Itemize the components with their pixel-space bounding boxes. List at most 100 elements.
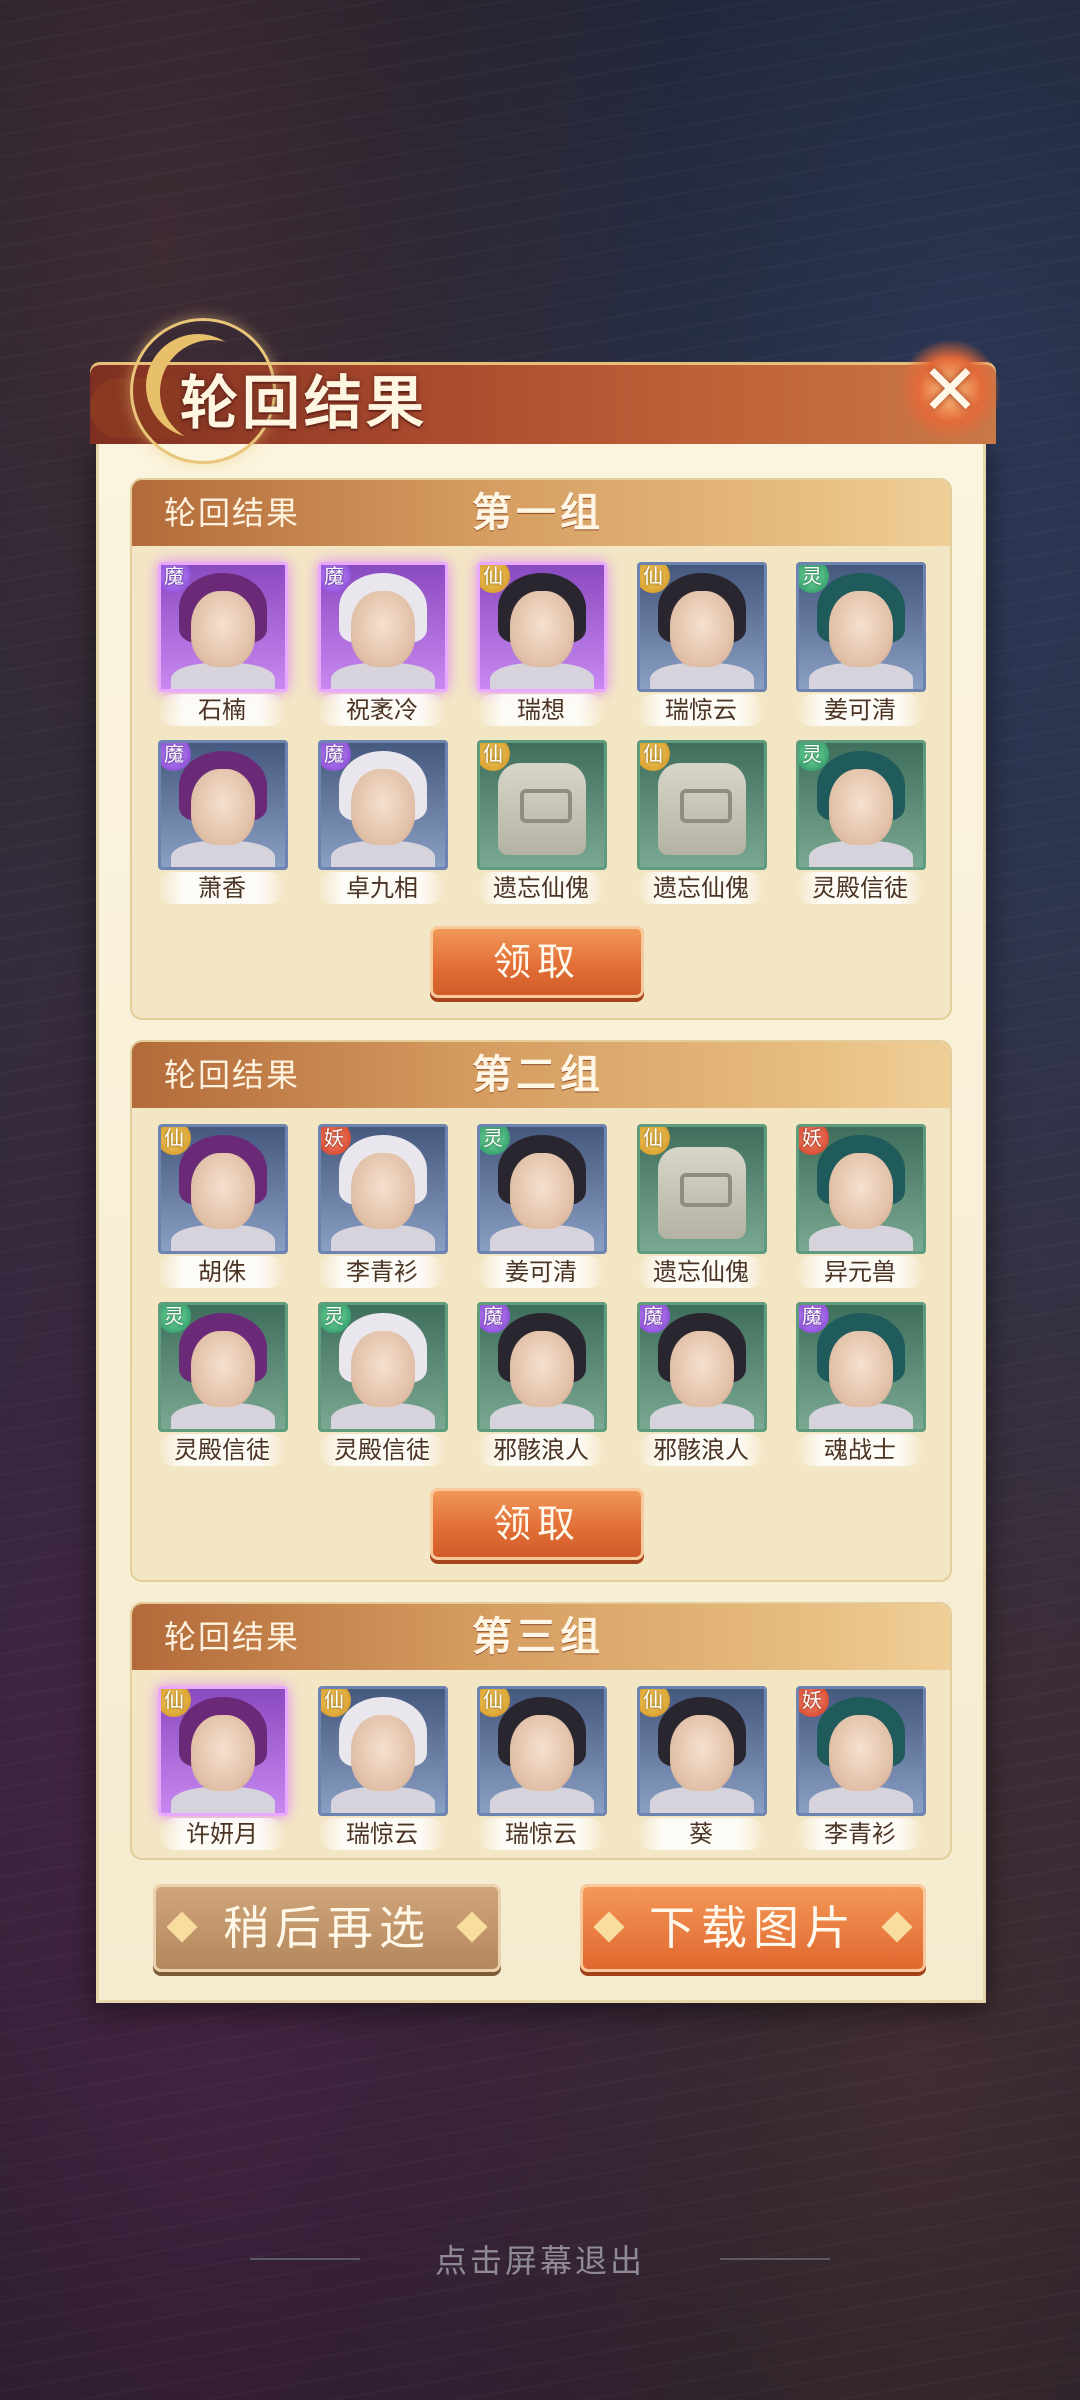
character-name: 瑞惊云 — [477, 1818, 605, 1850]
character-name: 萧香 — [158, 872, 286, 904]
claim-button[interactable]: 领取 — [430, 1488, 644, 1560]
group-3: 轮回结果 第三组 仙许妍月仙瑞惊云仙瑞惊云仙葵妖李青衫 — [130, 1602, 952, 1860]
faction-badge-icon: 仙 — [480, 743, 510, 771]
group-1: 轮回结果 第一组 魔石楠魔祝袤冷仙瑞想仙瑞惊云灵姜可清魔萧香魔卓九相仙遗忘仙傀仙… — [130, 478, 952, 1020]
golem-figure — [658, 763, 746, 855]
character-card[interactable]: 仙瑞想 — [477, 562, 607, 732]
faction-badge-icon: 仙 — [640, 743, 670, 771]
character-body — [331, 1403, 435, 1429]
character-card[interactable]: 仙遗忘仙傀 — [477, 740, 607, 910]
character-face — [191, 1153, 255, 1229]
character-card[interactable]: 灵灵殿信徒 — [318, 1302, 448, 1472]
character-card[interactable]: 仙瑞惊云 — [477, 1686, 607, 1856]
character-body — [331, 663, 435, 689]
character-portrait: 仙 — [637, 1686, 767, 1816]
character-name: 魂战士 — [796, 1434, 924, 1466]
diamond-ornament-icon — [881, 1911, 913, 1943]
close-icon: ✕ — [920, 349, 980, 431]
character-card[interactable]: 妖异元兽 — [796, 1124, 926, 1294]
character-card[interactable]: 灵灵殿信徒 — [158, 1302, 288, 1472]
character-name: 邪骸浪人 — [637, 1434, 765, 1466]
character-face — [670, 1715, 734, 1791]
character-card[interactable]: 仙瑞惊云 — [318, 1686, 448, 1856]
character-card[interactable]: 魔邪骸浪人 — [637, 1302, 767, 1472]
character-face — [670, 1331, 734, 1407]
character-card[interactable]: 妖李青衫 — [796, 1686, 926, 1856]
character-body — [331, 1787, 435, 1813]
diamond-ornament-icon — [166, 1911, 198, 1943]
character-name: 灵殿信徒 — [796, 872, 924, 904]
tap-to-exit-hint[interactable]: 点击屏幕退出 — [0, 2236, 1080, 2282]
character-face — [351, 1715, 415, 1791]
character-face — [510, 1331, 574, 1407]
character-face — [351, 1153, 415, 1229]
character-portrait: 仙 — [318, 1686, 448, 1816]
character-card[interactable]: 魔邪骸浪人 — [477, 1302, 607, 1472]
choose-later-button[interactable]: 稍后再选 — [153, 1884, 501, 1972]
character-card[interactable]: 仙葵 — [637, 1686, 767, 1856]
character-card[interactable]: 魔卓九相 — [318, 740, 448, 910]
character-card[interactable]: 魔魂战士 — [796, 1302, 926, 1472]
character-body — [809, 1787, 913, 1813]
character-name: 李青衫 — [318, 1256, 446, 1288]
character-face — [829, 1331, 893, 1407]
character-face — [191, 1715, 255, 1791]
character-name: 李青衫 — [796, 1818, 924, 1850]
character-name: 灵殿信徒 — [318, 1434, 446, 1466]
group-title: 第一组 — [472, 489, 604, 536]
claim-button[interactable]: 领取 — [430, 926, 644, 998]
character-portrait: 妖 — [796, 1124, 926, 1254]
character-card[interactable]: 魔石楠 — [158, 562, 288, 732]
character-card[interactable]: 灵灵殿信徒 — [796, 740, 926, 910]
character-portrait: 魔 — [477, 1302, 607, 1432]
character-portrait: 魔 — [318, 740, 448, 870]
character-card[interactable]: 妖李青衫 — [318, 1124, 448, 1294]
character-card[interactable]: 灵姜可清 — [477, 1124, 607, 1294]
character-portrait: 仙 — [477, 562, 607, 692]
character-body — [490, 1403, 594, 1429]
character-portrait: 魔 — [158, 740, 288, 870]
character-portrait: 魔 — [796, 1302, 926, 1432]
character-card[interactable]: 魔祝袤冷 — [318, 562, 448, 732]
character-body — [171, 1225, 275, 1251]
character-portrait: 灵 — [477, 1124, 607, 1254]
group-title: 第三组 — [472, 1613, 604, 1660]
close-button[interactable]: ✕ — [900, 340, 1000, 440]
character-body — [650, 663, 754, 689]
character-portrait: 魔 — [158, 562, 288, 692]
character-body — [171, 1403, 275, 1429]
download-image-button[interactable]: 下载图片 — [580, 1884, 926, 1972]
character-face — [510, 591, 574, 667]
character-card[interactable]: 灵姜可清 — [796, 562, 926, 732]
character-face — [191, 1331, 255, 1407]
group-header: 轮回结果 第三组 — [132, 1604, 950, 1670]
character-face — [351, 591, 415, 667]
character-portrait: 仙 — [637, 740, 767, 870]
character-card[interactable]: 仙遗忘仙傀 — [637, 1124, 767, 1294]
character-card[interactable]: 魔萧香 — [158, 740, 288, 910]
character-name: 遗忘仙傀 — [637, 872, 765, 904]
character-card[interactable]: 仙胡侏 — [158, 1124, 288, 1294]
character-portrait: 灵 — [158, 1302, 288, 1432]
character-card[interactable]: 仙遗忘仙傀 — [637, 740, 767, 910]
character-face — [829, 1715, 893, 1791]
character-face — [510, 1153, 574, 1229]
character-face — [670, 591, 734, 667]
character-portrait: 魔 — [318, 562, 448, 692]
character-name: 遗忘仙傀 — [637, 1256, 765, 1288]
character-body — [650, 1787, 754, 1813]
character-face — [510, 1715, 574, 1791]
page-title: 轮回结果 — [180, 369, 429, 437]
character-card[interactable]: 仙瑞惊云 — [637, 562, 767, 732]
faction-badge-icon: 仙 — [640, 1127, 670, 1155]
character-portrait: 灵 — [796, 562, 926, 692]
character-name: 祝袤冷 — [318, 694, 446, 726]
character-body — [490, 1225, 594, 1251]
character-face — [191, 591, 255, 667]
diamond-ornament-icon — [456, 1911, 488, 1943]
character-card[interactable]: 仙许妍月 — [158, 1686, 288, 1856]
character-body — [490, 663, 594, 689]
character-portrait: 灵 — [318, 1302, 448, 1432]
group-label: 轮回结果 — [164, 1056, 301, 1094]
character-body — [490, 1787, 594, 1813]
